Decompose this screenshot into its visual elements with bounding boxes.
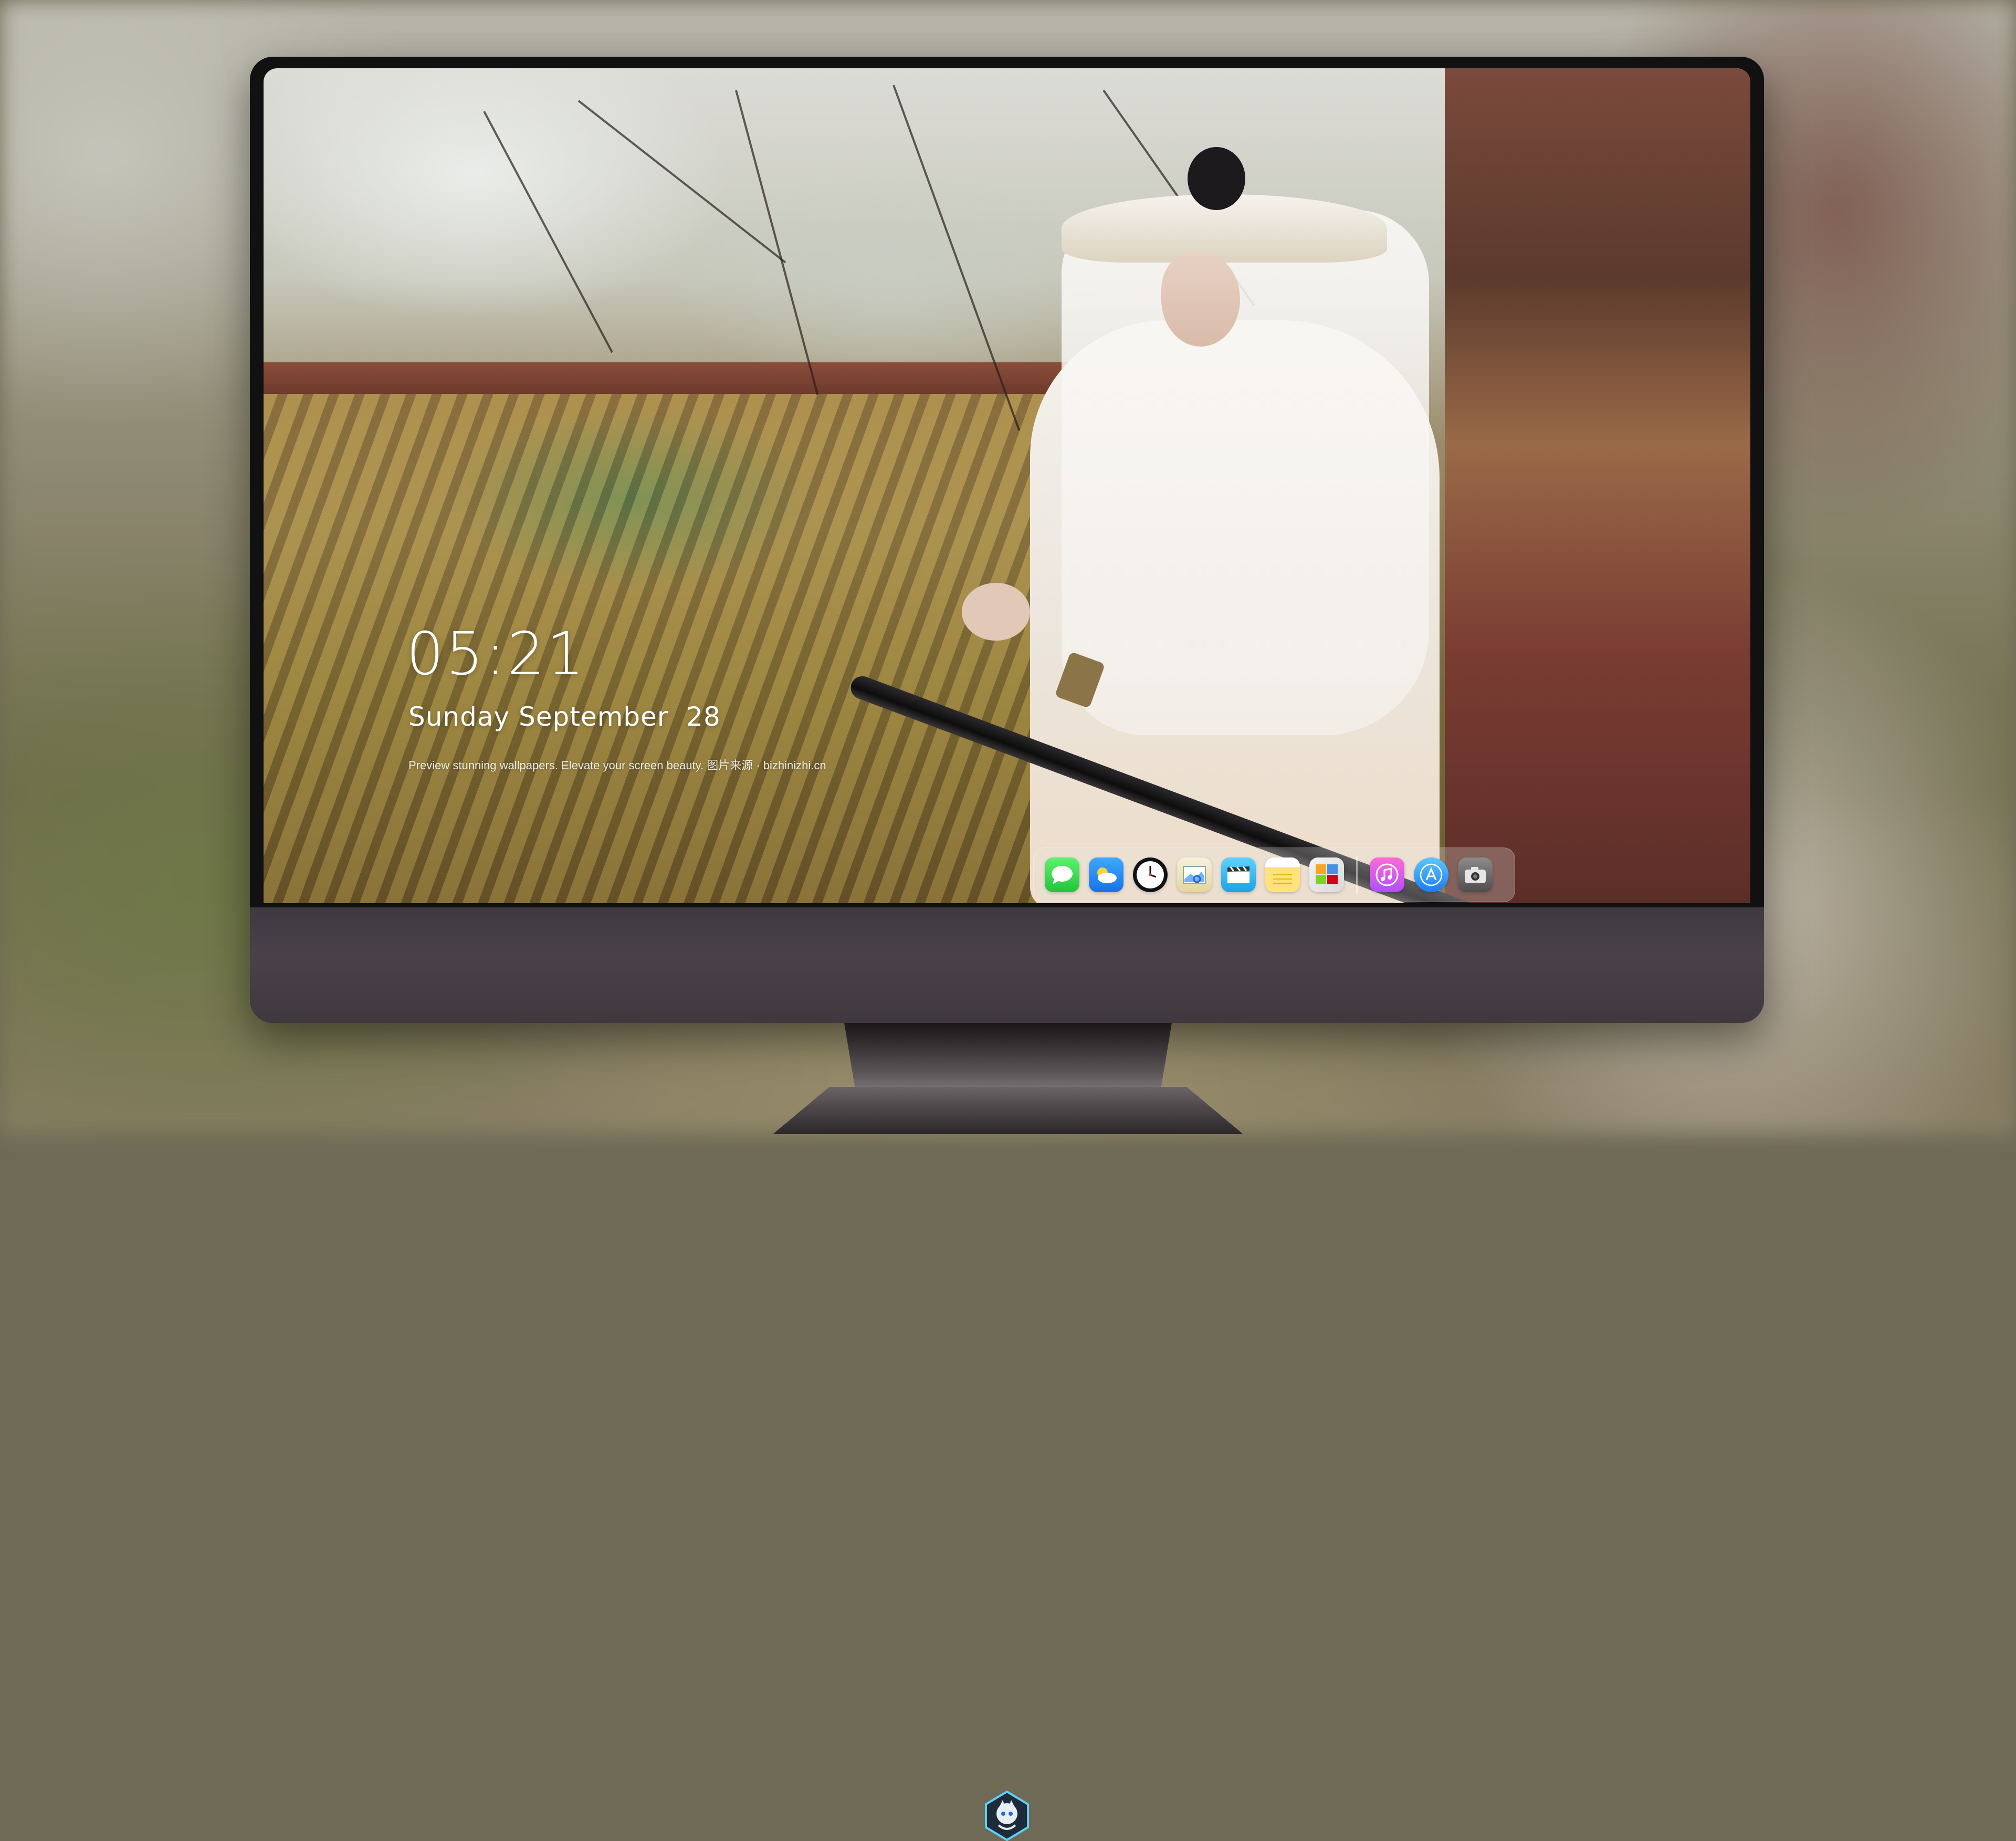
weather-icon[interactable] — [1089, 857, 1124, 892]
speech-bubble-icon — [1052, 866, 1073, 884]
brand-logo-icon — [985, 1791, 1029, 1841]
app-store-icon[interactable] — [1414, 857, 1448, 892]
music-icon[interactable] — [1370, 857, 1404, 892]
notepad-icon — [1273, 874, 1292, 884]
music-note-icon — [1376, 863, 1399, 886]
figure-hair — [1188, 147, 1245, 210]
lock-screen[interactable]: 05:21 Sunday September 28 Preview stunni… — [264, 68, 1750, 903]
lock-time: 05:21 — [406, 620, 586, 688]
monitor-stand-base — [773, 1087, 1243, 1134]
photos-icon[interactable] — [1309, 857, 1344, 892]
camera-body-icon — [1465, 867, 1486, 883]
wallpaper-branch — [578, 100, 786, 264]
figure-veil — [1062, 210, 1429, 735]
messages-icon[interactable] — [1045, 857, 1079, 892]
map-icon — [1183, 866, 1206, 884]
letter-a-icon — [1420, 863, 1443, 886]
wallpaper-branch — [483, 111, 613, 353]
wallpaper-caption[interactable]: Preview stunning wallpapers. Elevate you… — [408, 756, 826, 773]
wallpaper-figure — [988, 131, 1513, 903]
photo-grid-icon — [1316, 864, 1338, 884]
camera-icon[interactable] — [1458, 857, 1493, 892]
clapperboard-icon — [1227, 866, 1250, 883]
preview-icon[interactable] — [1177, 857, 1212, 892]
notes-icon[interactable] — [1265, 857, 1300, 892]
dock-separator — [1356, 856, 1358, 893]
monitor: 05:21 Sunday September 28 Preview stunni… — [250, 57, 1764, 1841]
lock-date: Sunday September 28 — [408, 702, 721, 732]
cloud-icon — [1097, 867, 1117, 883]
clips-icon[interactable] — [1221, 857, 1256, 892]
clock-icon[interactable] — [1133, 857, 1168, 892]
dock — [1033, 848, 1515, 902]
monitor-chin — [250, 907, 1764, 1841]
figure-hand — [962, 583, 1030, 641]
clock-face-icon — [1137, 861, 1164, 888]
figure-face — [1161, 252, 1240, 347]
wallpaper-branch — [735, 90, 819, 395]
